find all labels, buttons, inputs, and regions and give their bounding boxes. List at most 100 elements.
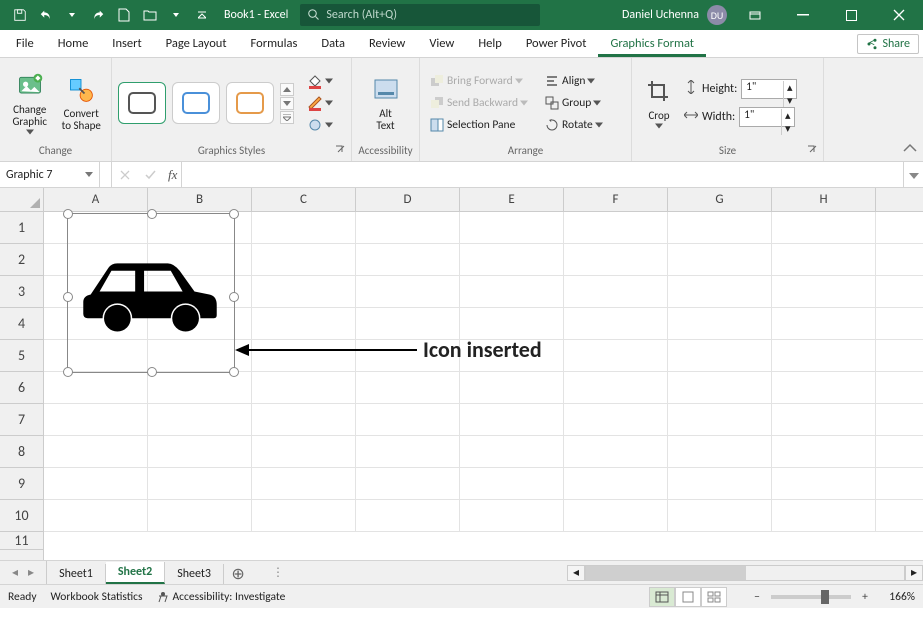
tab-file[interactable]: File (4, 32, 46, 57)
page-layout-view-icon[interactable] (675, 587, 701, 607)
row-header[interactable]: 1 (0, 212, 43, 244)
search-box[interactable]: Search (Alt+Q) (300, 4, 540, 26)
col-header[interactable]: H (772, 188, 876, 211)
undo-dropdown-icon[interactable] (60, 3, 84, 27)
row-header[interactable]: 8 (0, 436, 43, 468)
undo-icon[interactable] (34, 3, 58, 27)
zoom-thumb[interactable] (821, 590, 829, 604)
tab-view[interactable]: View (417, 32, 466, 57)
redo-icon[interactable] (86, 3, 110, 27)
size-launcher-icon[interactable] (807, 145, 821, 159)
col-header[interactable]: C (252, 188, 356, 211)
workbook-stats[interactable]: Workbook Statistics (51, 590, 143, 604)
normal-view-icon[interactable] (649, 587, 675, 607)
qat-customize-icon[interactable] (190, 3, 214, 27)
width-down-icon[interactable]: ▾ (781, 122, 793, 135)
close-icon[interactable] (879, 0, 919, 30)
graphics-outline-button[interactable] (304, 93, 336, 113)
style-more-icon[interactable] (280, 111, 294, 124)
resize-handle-e[interactable] (229, 292, 239, 302)
car-icon[interactable] (75, 250, 225, 340)
selection-pane-button[interactable]: Selection Pane (426, 115, 531, 135)
tab-data[interactable]: Data (309, 32, 357, 57)
sheet-tab[interactable]: Sheet2 (106, 562, 165, 584)
col-header[interactable]: E (460, 188, 564, 211)
tab-home[interactable]: Home (46, 32, 101, 57)
resize-handle-n[interactable] (147, 209, 157, 219)
col-header[interactable]: G (668, 188, 772, 211)
styles-launcher-icon[interactable] (335, 145, 349, 159)
width-up-icon[interactable]: ▴ (781, 109, 793, 122)
style-up-icon[interactable] (280, 83, 294, 96)
style-down-icon[interactable] (280, 97, 294, 110)
row-header[interactable]: 4 (0, 308, 43, 340)
tab-insert[interactable]: Insert (100, 32, 153, 57)
open-dropdown-icon[interactable] (164, 3, 188, 27)
style-thumb-3[interactable] (226, 82, 274, 124)
tab-review[interactable]: Review (357, 32, 417, 57)
send-backward-button[interactable]: Send Backward (426, 93, 531, 113)
zoom-out-icon[interactable]: − (749, 589, 765, 605)
hscroll-track[interactable] (585, 565, 905, 581)
graphics-fill-button[interactable] (304, 71, 336, 91)
resize-handle-nw[interactable] (63, 209, 73, 219)
tab-power-pivot[interactable]: Power Pivot (514, 32, 599, 57)
height-up-icon[interactable]: ▴ (783, 81, 795, 94)
insert-function-icon[interactable]: fx (164, 162, 181, 187)
row-header[interactable]: 3 (0, 276, 43, 308)
maximize-icon[interactable] (831, 0, 871, 30)
name-box[interactable]: Graphic 7 (0, 162, 100, 187)
hscroll-thumb[interactable] (586, 566, 746, 580)
resize-handle-ne[interactable] (229, 209, 239, 219)
tab-page-layout[interactable]: Page Layout (154, 32, 239, 57)
enter-formula-icon[interactable] (138, 162, 164, 187)
cancel-formula-icon[interactable] (112, 162, 138, 187)
resize-handle-w[interactable] (63, 292, 73, 302)
row-header[interactable]: 9 (0, 468, 43, 500)
tab-help[interactable]: Help (466, 32, 513, 57)
tab-scroll-menu-icon[interactable]: ⋮ (272, 565, 284, 580)
crop-button[interactable]: Crop (638, 74, 680, 132)
avatar[interactable]: DU (707, 5, 727, 25)
sheet-nav-next-icon[interactable]: ▸ (26, 565, 36, 580)
row-header[interactable]: 11 (0, 532, 43, 550)
row-header[interactable]: 5 (0, 340, 43, 372)
row-header[interactable]: 6 (0, 372, 43, 404)
row-header[interactable]: 7 (0, 404, 43, 436)
worksheet-grid[interactable]: A B C D E F G H 1 2 3 4 5 6 7 8 9 10 11 (0, 188, 923, 560)
group-button[interactable]: Group (541, 93, 606, 113)
zoom-slider[interactable] (771, 595, 851, 599)
convert-to-shape-button[interactable]: Convert to Shape (58, 72, 106, 134)
minimize-icon[interactable] (783, 0, 823, 30)
collapse-ribbon-icon[interactable] (903, 143, 917, 157)
col-header[interactable]: D (356, 188, 460, 211)
add-sheet-icon[interactable]: ⊕ (224, 564, 252, 584)
hscroll-left-icon[interactable]: ◂ (567, 565, 585, 581)
accessibility-status[interactable]: Accessibility: Investigate (157, 590, 286, 604)
formula-input[interactable] (181, 162, 903, 187)
height-down-icon[interactable]: ▾ (783, 94, 795, 107)
col-header[interactable]: B (148, 188, 252, 211)
hscroll-right-icon[interactable]: ▸ (905, 565, 923, 581)
graphics-effects-button[interactable] (304, 115, 336, 135)
sheet-nav-prev-icon[interactable]: ◂ (10, 565, 20, 580)
tab-formulas[interactable]: Formulas (239, 32, 310, 57)
tab-graphics-format[interactable]: Graphics Format (598, 32, 706, 57)
open-file-icon[interactable] (138, 3, 162, 27)
ribbon-display-icon[interactable] (735, 0, 775, 30)
sheet-tab[interactable]: Sheet3 (165, 564, 224, 584)
new-file-icon[interactable] (112, 3, 136, 27)
width-input[interactable]: 1"▴▾ (739, 107, 795, 127)
resize-handle-s[interactable] (147, 367, 157, 377)
style-thumb-2[interactable] (172, 82, 220, 124)
select-all-corner[interactable] (0, 188, 44, 212)
zoom-in-icon[interactable]: + (857, 589, 873, 605)
resize-handle-se[interactable] (229, 367, 239, 377)
zoom-level[interactable]: 166% (879, 590, 915, 604)
height-input[interactable]: 1"▴▾ (741, 79, 797, 99)
autosave-icon[interactable] (8, 3, 32, 27)
share-button[interactable]: Share (857, 34, 919, 54)
rotate-button[interactable]: Rotate (541, 115, 606, 135)
row-header[interactable]: 10 (0, 500, 43, 532)
row-header[interactable]: 2 (0, 244, 43, 276)
